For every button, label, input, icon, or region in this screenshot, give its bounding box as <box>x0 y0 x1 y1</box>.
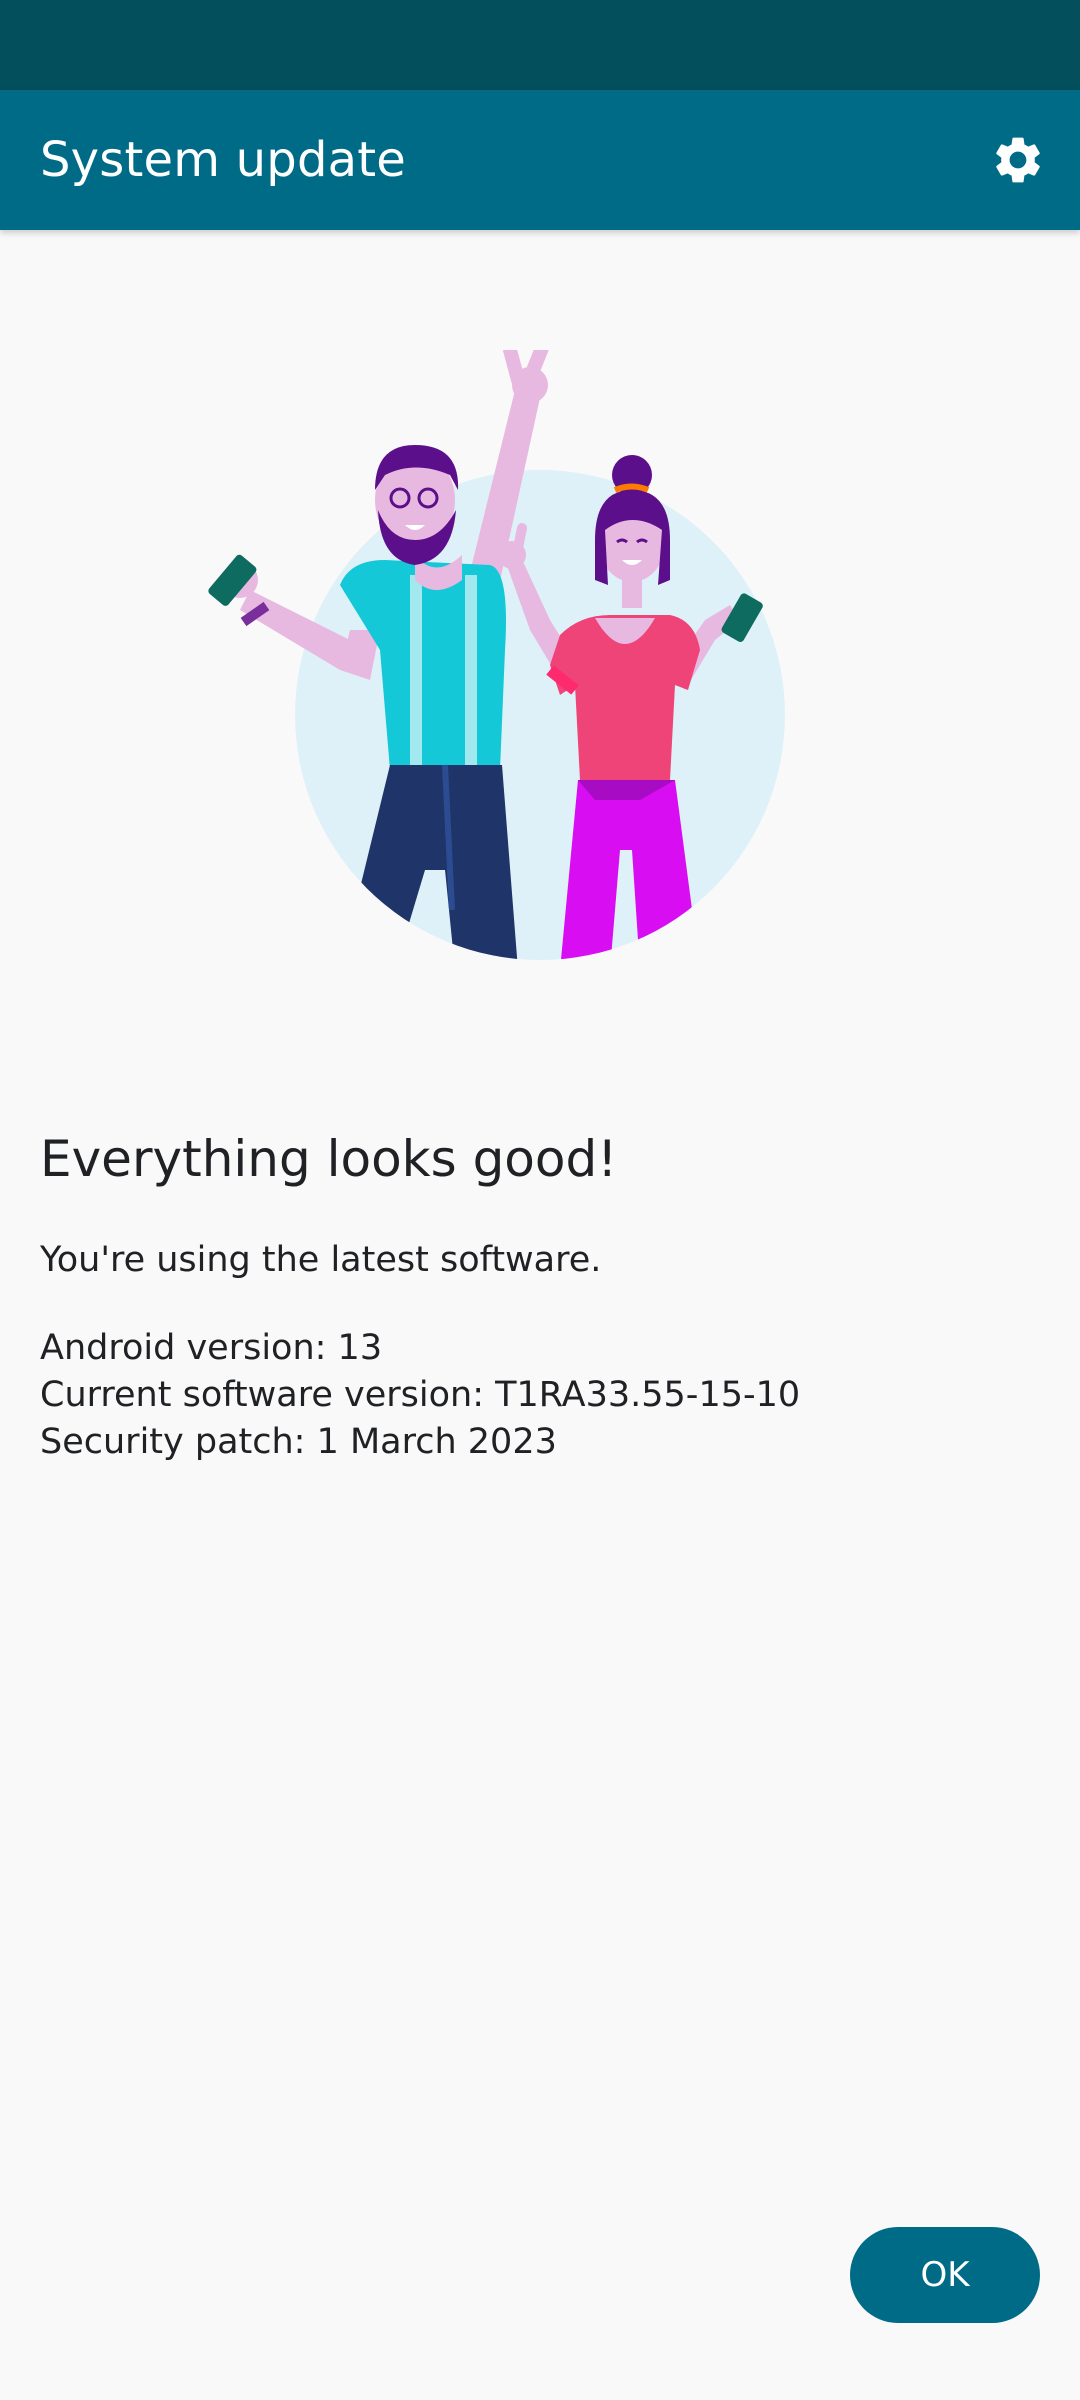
ok-button[interactable]: OK <box>850 2227 1040 2323</box>
software-version: Current software version: T1RA33.55-15-1… <box>40 1375 801 1415</box>
celebrating-people-illustration <box>208 350 785 960</box>
settings-button[interactable] <box>978 120 1058 200</box>
status-subtext: You're using the latest software. <box>40 1240 602 1280</box>
system-update-screen: System update Everything looks good! You… <box>0 0 1080 2400</box>
app-bar: System update <box>0 90 1080 230</box>
version-info: Android version: 13 Current software ver… <box>40 1325 800 1466</box>
status-headline: Everything looks good! <box>40 1130 618 1188</box>
page-title: System update <box>40 132 406 188</box>
status-bar <box>0 0 1080 90</box>
android-version: Android version: 13 <box>40 1328 383 1368</box>
gear-icon <box>996 137 1040 183</box>
security-patch: Security patch: 1 March 2023 <box>40 1422 557 1462</box>
